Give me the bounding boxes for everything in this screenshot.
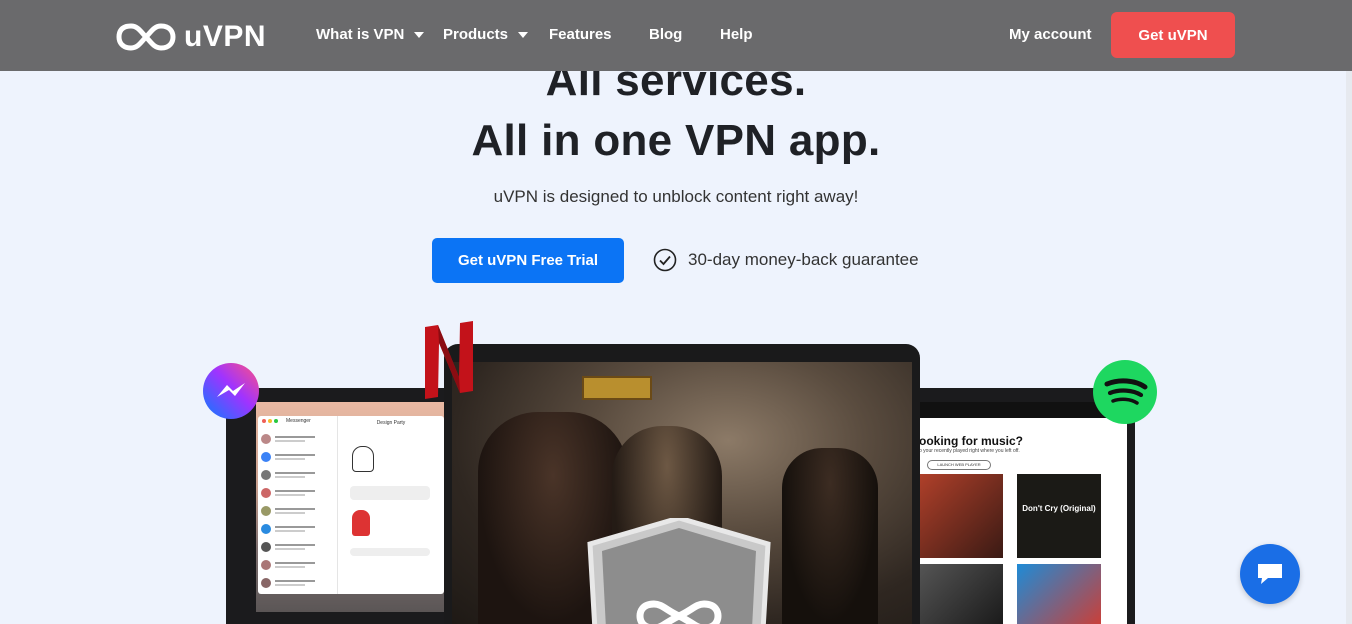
list-item [258, 484, 337, 502]
list-item [258, 538, 337, 556]
messenger-window-title: Messenger [286, 418, 311, 424]
guarantee-text: 30-day money-back guarantee [688, 250, 919, 269]
chat-icon [1258, 564, 1282, 584]
sticker-image [352, 510, 370, 536]
chat-bubble [350, 548, 430, 556]
messenger-window: Messenger Design Party [258, 416, 444, 594]
check-circle-icon [653, 248, 677, 272]
album-tile [919, 564, 1003, 624]
logo-text: uVPN [184, 20, 267, 53]
spotify-heading: ooking for music? [919, 434, 1024, 448]
my-account-label: My account [1009, 26, 1092, 43]
list-item [258, 574, 337, 592]
shield-logo-icon [587, 518, 771, 624]
nav-help[interactable]: Help [720, 26, 753, 43]
list-item [258, 556, 337, 574]
conversation-title: Design Party [376, 420, 406, 426]
album-tile: Don't Cry (Original) [1017, 474, 1101, 558]
nav-products[interactable]: Products [443, 26, 529, 43]
live-chat-button[interactable] [1240, 544, 1300, 604]
album-tile [1017, 564, 1101, 624]
nav-blog[interactable]: Blog [649, 26, 682, 43]
top-navbar: uVPN What is VPN Products Features Blog … [0, 0, 1352, 71]
window-controls [262, 419, 278, 423]
netflix-screen [452, 362, 912, 624]
chat-bubble [350, 486, 430, 500]
netflix-icon [425, 321, 473, 399]
laptop-netflix [444, 344, 920, 624]
nav-label: Features [549, 26, 612, 43]
launch-web-player-label: LAUNCH WEB PLAYER [937, 462, 981, 467]
caret-down-icon [414, 31, 425, 38]
hero-subtitle: uVPN is designed to unblock content righ… [493, 187, 859, 206]
list-item [258, 502, 337, 520]
scene-figure [782, 448, 878, 624]
list-item [258, 520, 337, 538]
get-uvpn-button[interactable]: Get uVPN [1111, 12, 1235, 58]
nav-label: Products [443, 26, 509, 43]
brand-logo[interactable]: uVPN [116, 20, 266, 54]
logo-infinity-icon [116, 23, 176, 51]
album-tile [919, 474, 1003, 558]
messenger-screen: Messenger Design Party [256, 402, 446, 612]
laptop-messenger: Messenger Design Party [226, 388, 456, 624]
messenger-conversation: Design Party [338, 416, 444, 594]
nav-label: Help [720, 26, 753, 43]
my-account-link[interactable]: My account [1009, 26, 1092, 43]
launch-web-player-button: LAUNCH WEB PLAYER [927, 460, 991, 470]
list-item [258, 430, 337, 448]
nav-what-is-vpn[interactable]: What is VPN [316, 26, 425, 43]
nav-features[interactable]: Features [549, 26, 612, 43]
list-item [258, 466, 337, 484]
hero-title-line2: All in one VPN app. [471, 116, 881, 165]
messenger-conversation-list: Messenger [258, 416, 338, 594]
nav-label: What is VPN [316, 26, 405, 43]
nav-label: Blog [649, 26, 683, 43]
free-trial-button[interactable]: Get uVPN Free Trial [432, 238, 624, 283]
messenger-icon [203, 363, 259, 419]
caret-down-icon [518, 31, 529, 38]
shop-sign [582, 376, 652, 400]
money-back-guarantee: 30-day money-back guarantee [653, 248, 919, 272]
spotify-icon [1093, 360, 1157, 424]
sticker-image [352, 446, 374, 472]
list-item [258, 448, 337, 466]
spotify-subtext: p your recently played right where you l… [919, 448, 1020, 454]
spotify-screen: ooking for music? p your recently played… [919, 402, 1127, 624]
album-tile-title: Don't Cry (Original) [1022, 504, 1096, 513]
